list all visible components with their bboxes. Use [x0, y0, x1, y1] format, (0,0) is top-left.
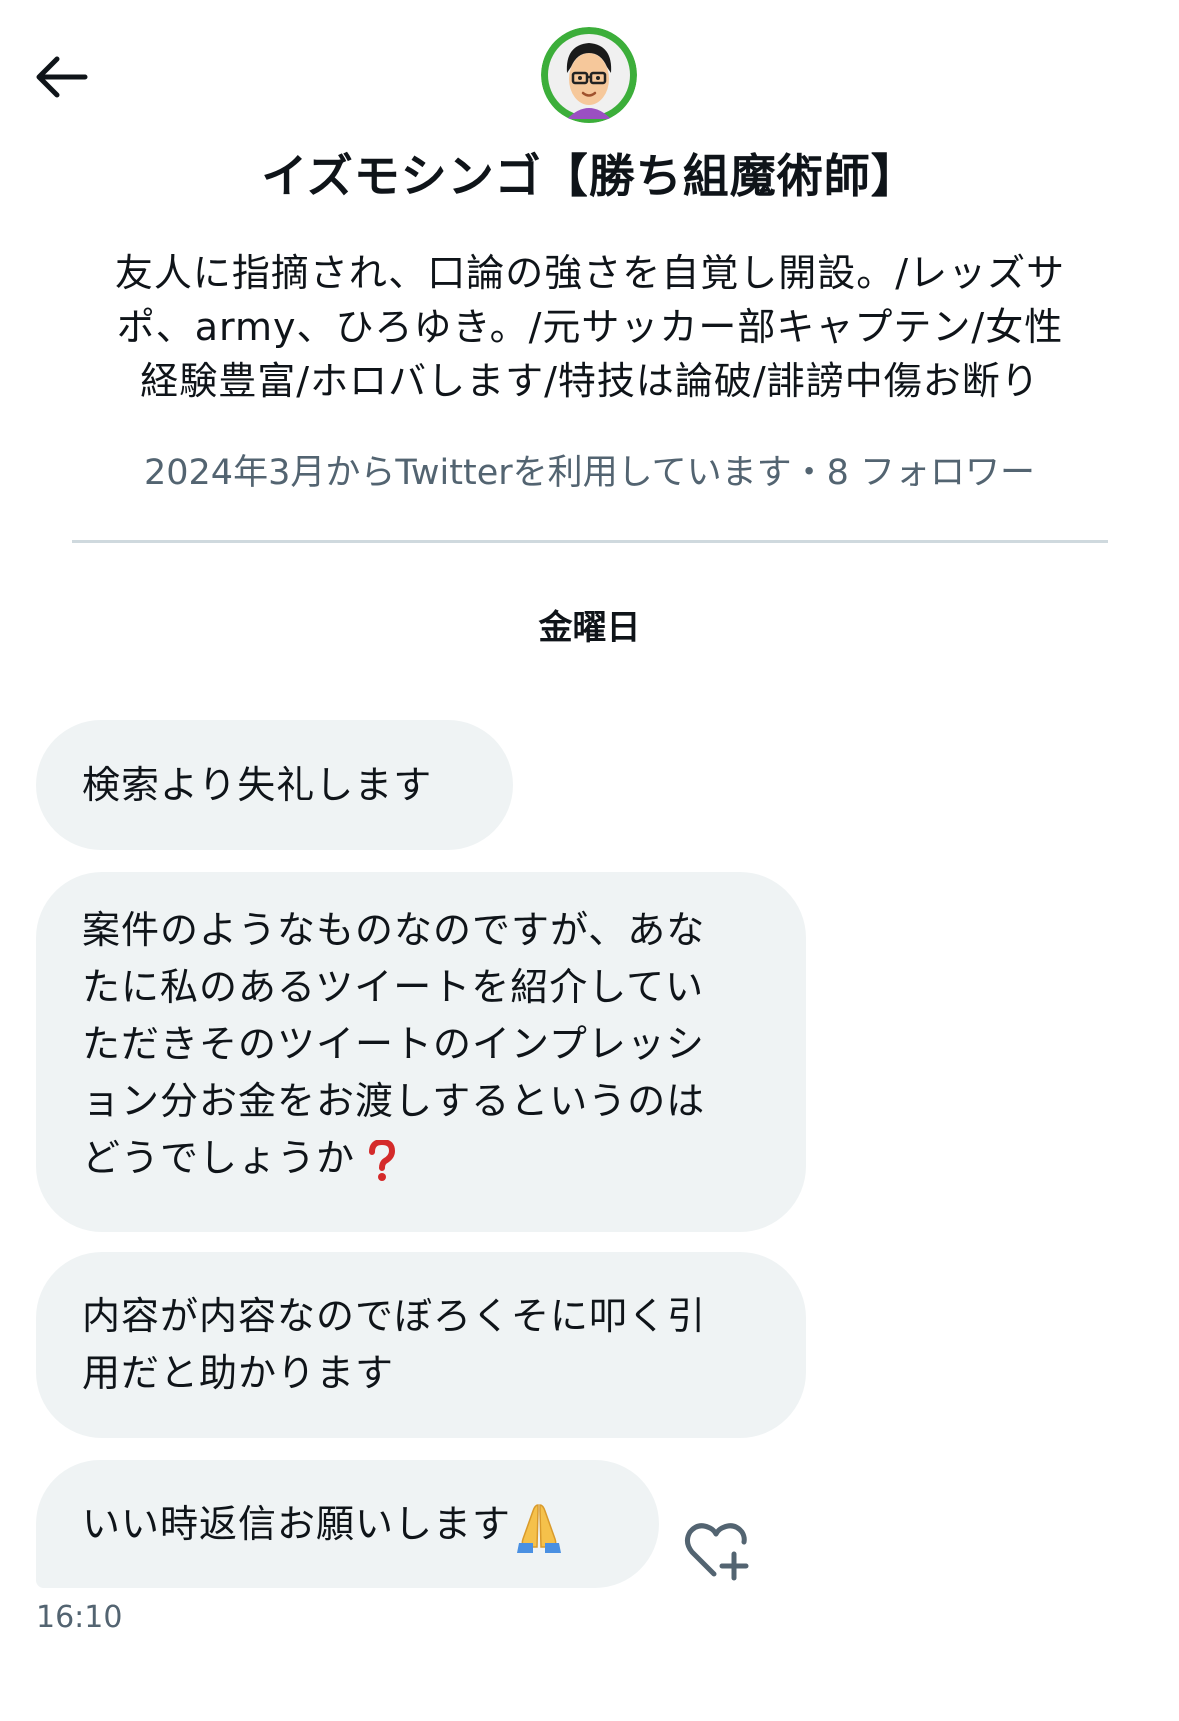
- bio-line: 友人に指摘され、口論の強さを自覚し開設。/レッズサ: [114, 251, 1066, 295]
- divider: [72, 540, 1108, 543]
- message-text: どうでしょうか: [82, 1136, 356, 1180]
- mii-avatar-image: [541, 27, 637, 123]
- day-separator: 金曜日: [538, 608, 641, 648]
- message-text: いい時返信お願いします: [82, 1502, 512, 1546]
- message-text: 内容が内容なのでぼろくそに叩く引: [82, 1294, 707, 1338]
- message-timestamp: 16:10: [36, 1600, 123, 1635]
- display-name: イズモシンゴ【勝ち組魔術師】: [261, 149, 918, 203]
- back-button[interactable]: [28, 44, 94, 110]
- profile-bio: 友人に指摘され、口論の強さを自覚し開設。/レッズサ ポ、army、ひろゆき。/元…: [66, 246, 1114, 408]
- message-text-last-line: どうでしょうか: [82, 1130, 760, 1187]
- bio-line: ポ、army、ひろゆき。/元サッカー部キャプテン/女性: [116, 305, 1064, 349]
- message-text: 検索より失礼します: [82, 763, 433, 807]
- message-text: ョン分お金をお渡しするというのは: [82, 1079, 706, 1123]
- add-reaction-button[interactable]: [684, 1520, 754, 1582]
- joined-followers-text: 2024年3月からTwitterを利用しています・8 フォロワー: [144, 453, 1035, 493]
- red-question-mark-icon: [369, 1139, 396, 1181]
- message-bubble[interactable]: 案件のようなものなのですが、あな たに私のあるツイートを紹介してい ただきそのツ…: [36, 872, 806, 1232]
- message-text: 用だと助かります: [82, 1351, 395, 1395]
- message-bubble[interactable]: いい時返信お願いします: [36, 1460, 659, 1588]
- message-text: ただきそのツイートのインプレッシ: [82, 1022, 705, 1066]
- message-text-line: いい時返信お願いします: [82, 1460, 613, 1588]
- message-bubble[interactable]: 検索より失礼します: [36, 720, 513, 850]
- message-bubble[interactable]: 内容が内容なのでぼろくそに叩く引 用だと助かります: [36, 1252, 806, 1438]
- bio-line: 経験豊富/ホロバします/特技は論破/誹謗中傷お断り: [140, 359, 1040, 403]
- message-text: 案件のようなものなのですが、あな: [82, 908, 706, 952]
- avatar[interactable]: [541, 27, 637, 123]
- heart-plus-icon: [684, 1523, 749, 1581]
- message-text: たに私のあるツイートを紹介してい: [82, 965, 705, 1009]
- folded-hands-icon: [517, 1503, 562, 1553]
- arrow-left-icon: [36, 56, 88, 98]
